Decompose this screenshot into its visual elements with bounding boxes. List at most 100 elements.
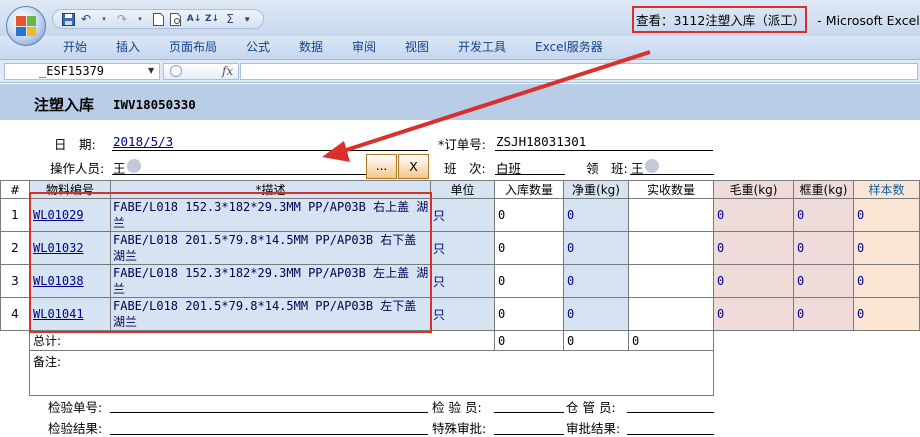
inspect-result-field[interactable] bbox=[110, 434, 428, 435]
sample-count-cell[interactable]: 0 bbox=[853, 264, 920, 298]
customize-toolbar-icon[interactable]: ▾ bbox=[240, 13, 254, 27]
col-header-net: 净重(kg) bbox=[563, 180, 629, 199]
new-document-icon[interactable] bbox=[151, 12, 165, 26]
tab-formulas[interactable]: 公式 bbox=[246, 38, 270, 55]
received-qty-cell[interactable] bbox=[628, 297, 714, 331]
tab-page-layout[interactable]: 页面布局 bbox=[169, 38, 217, 55]
inspect-no-field[interactable] bbox=[110, 412, 428, 413]
col-header-index: # bbox=[0, 180, 30, 199]
remark-row: 备注: bbox=[0, 350, 920, 396]
sigma-icon[interactable]: Σ bbox=[223, 12, 237, 26]
col-header-gross: 毛重(kg) bbox=[713, 180, 794, 199]
total-qty: 0 bbox=[494, 330, 564, 351]
total-label: 总计: bbox=[29, 330, 495, 351]
warehouse-label: 仓 管 员: bbox=[566, 400, 616, 415]
document-number: IWV18050330 bbox=[113, 97, 196, 112]
order-value[interactable]: ZSJH18031301 bbox=[496, 134, 586, 149]
tab-insert[interactable]: 插入 bbox=[116, 38, 140, 55]
undo-icon[interactable]: ↶ bbox=[79, 12, 93, 26]
row-index: 4 bbox=[0, 297, 30, 331]
redo-icon[interactable]: ↷ bbox=[115, 12, 129, 26]
col-header-unit: 单位 bbox=[430, 180, 495, 199]
redo-dropdown-icon[interactable]: ▾ bbox=[133, 12, 147, 26]
sort-descending-icon[interactable]: Z↓ bbox=[205, 12, 219, 26]
unit-cell[interactable]: 只 bbox=[430, 198, 495, 232]
tare-weight-cell[interactable]: 0 bbox=[793, 264, 854, 298]
approval-result-field[interactable] bbox=[627, 434, 714, 435]
save-icon[interactable] bbox=[61, 12, 75, 26]
unit-cell[interactable]: 只 bbox=[430, 264, 495, 298]
office-button[interactable] bbox=[6, 6, 46, 46]
net-weight-cell[interactable]: 0 bbox=[563, 231, 629, 265]
remark-cell[interactable]: 备注: bbox=[29, 350, 714, 396]
col-header-received: 实收数量 bbox=[628, 180, 714, 199]
operator-underline bbox=[112, 174, 366, 175]
undo-dropdown-icon[interactable]: ▾ bbox=[97, 12, 111, 26]
warehouse-field[interactable] bbox=[627, 412, 714, 413]
tab-data[interactable]: 数据 bbox=[299, 38, 323, 55]
remark-row-blank bbox=[713, 350, 920, 396]
special-approval-field[interactable] bbox=[494, 434, 564, 435]
approval-result-label: 审批结果: bbox=[566, 421, 621, 436]
redacted-mark bbox=[127, 159, 141, 173]
gross-weight-cell[interactable]: 0 bbox=[713, 264, 794, 298]
tare-weight-cell[interactable]: 0 bbox=[793, 297, 854, 331]
tab-developer[interactable]: 开发工具 bbox=[458, 38, 506, 55]
received-qty-cell[interactable] bbox=[628, 231, 714, 265]
close-button[interactable]: X bbox=[398, 154, 429, 179]
total-net: 0 bbox=[563, 330, 629, 351]
unit-cell[interactable]: 只 bbox=[430, 231, 495, 265]
tab-excel-server[interactable]: Excel服务器 bbox=[535, 38, 603, 55]
row-index: 2 bbox=[0, 231, 30, 265]
form-title: 注塑入库 bbox=[34, 96, 95, 114]
inspector-label: 检 验 员: bbox=[432, 400, 482, 415]
inspect-no-label: 检验单号: bbox=[48, 400, 103, 415]
grid-highlight-box bbox=[29, 192, 432, 333]
shift-label: 班 次: bbox=[444, 161, 486, 176]
name-box-dropdown-icon[interactable]: ▼ bbox=[148, 66, 154, 75]
tab-view[interactable]: 视图 bbox=[405, 38, 429, 55]
sort-ascending-icon[interactable]: A↓ bbox=[187, 12, 202, 26]
tare-weight-cell[interactable]: 0 bbox=[793, 231, 854, 265]
leader-label: 领 班: bbox=[586, 161, 628, 176]
formula-expand-icon[interactable] bbox=[170, 65, 182, 77]
shift-underline bbox=[495, 174, 565, 175]
tab-review[interactable]: 审阅 bbox=[352, 38, 376, 55]
select-button[interactable]: ... bbox=[366, 154, 397, 179]
qty-cell[interactable]: 0 bbox=[494, 264, 564, 298]
net-weight-cell[interactable]: 0 bbox=[563, 198, 629, 232]
inspector-field[interactable] bbox=[494, 412, 564, 413]
total-row-blank bbox=[713, 330, 920, 351]
gross-weight-cell[interactable]: 0 bbox=[713, 297, 794, 331]
col-header-tare: 框重(kg) bbox=[793, 180, 854, 199]
gross-weight-cell[interactable]: 0 bbox=[713, 231, 794, 265]
leader-underline bbox=[630, 174, 714, 175]
sample-count-cell[interactable]: 0 bbox=[853, 198, 920, 232]
window-title-app: - Microsoft Excel bbox=[817, 13, 920, 28]
formula-input[interactable] bbox=[240, 63, 918, 80]
row-index: 1 bbox=[0, 198, 30, 232]
sample-count-cell[interactable]: 0 bbox=[853, 297, 920, 331]
sample-count-cell[interactable]: 0 bbox=[853, 231, 920, 265]
order-underline bbox=[495, 150, 713, 151]
net-weight-cell[interactable]: 0 bbox=[563, 297, 629, 331]
total-received: 0 bbox=[628, 330, 714, 351]
name-box[interactable]: _ESF15379 bbox=[4, 63, 160, 80]
net-weight-cell[interactable]: 0 bbox=[563, 264, 629, 298]
received-qty-cell[interactable] bbox=[628, 198, 714, 232]
qty-cell[interactable]: 0 bbox=[494, 231, 564, 265]
qty-cell[interactable]: 0 bbox=[494, 297, 564, 331]
col-header-qty: 入库数量 bbox=[494, 180, 564, 199]
qty-cell[interactable]: 0 bbox=[494, 198, 564, 232]
fx-icon[interactable]: fx bbox=[222, 64, 233, 78]
date-value[interactable]: 2018/5/3 bbox=[113, 134, 173, 149]
special-approval-label: 特殊审批: bbox=[432, 421, 487, 436]
tare-weight-cell[interactable]: 0 bbox=[793, 198, 854, 232]
col-header-sample: 样本数 bbox=[853, 180, 920, 199]
gross-weight-cell[interactable]: 0 bbox=[713, 198, 794, 232]
received-qty-cell[interactable] bbox=[628, 264, 714, 298]
tab-home[interactable]: 开始 bbox=[63, 38, 87, 55]
print-preview-icon[interactable] bbox=[169, 12, 183, 26]
total-row: 总计: 0 0 0 bbox=[0, 330, 920, 351]
unit-cell[interactable]: 只 bbox=[430, 297, 495, 331]
